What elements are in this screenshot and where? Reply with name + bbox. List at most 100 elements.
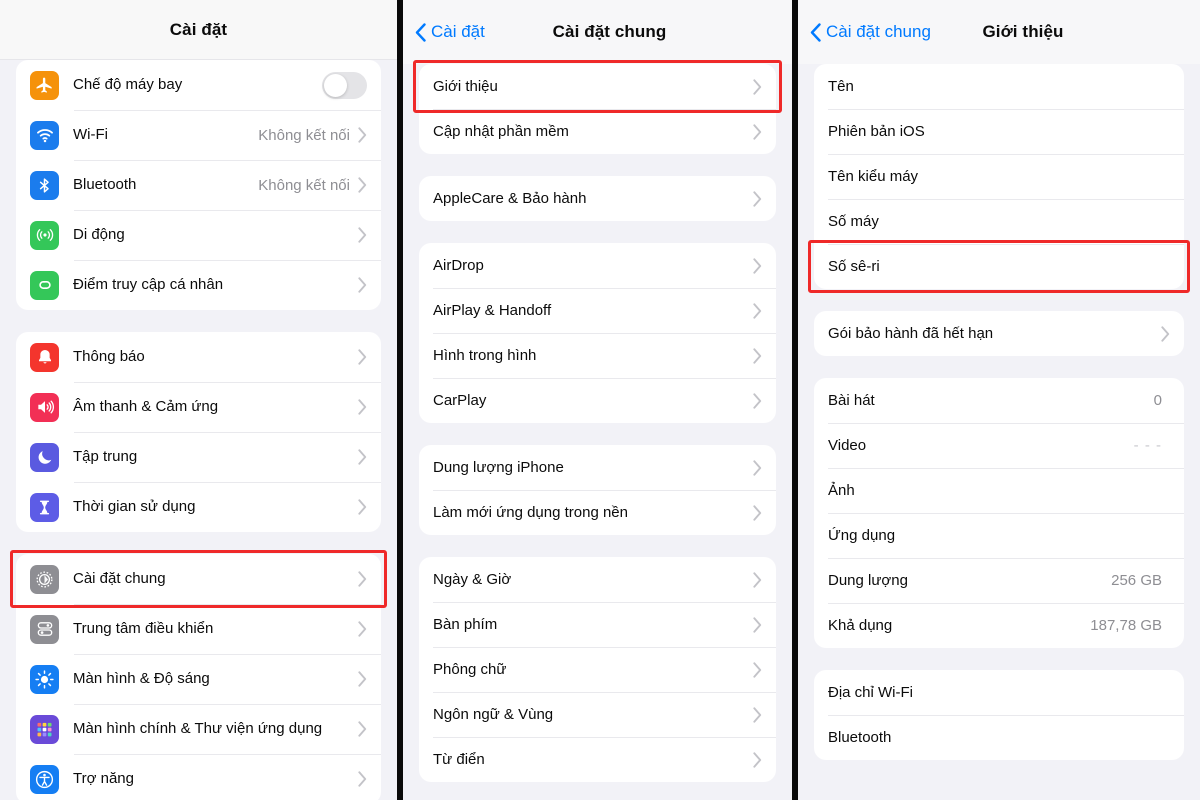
- list-item[interactable]: Màn hình & Độ sáng: [16, 654, 381, 704]
- list-item[interactable]: Hình trong hình: [419, 333, 776, 378]
- list-item[interactable]: Trung tâm điều khiển: [16, 604, 381, 654]
- back-button-general[interactable]: Cài đặt chung: [810, 22, 931, 42]
- list-item-label: Số sê-ri: [828, 257, 880, 275]
- chevron-right-icon: [753, 257, 762, 274]
- home-screen-icon: [30, 714, 59, 744]
- list-item[interactable]: AirPlay & Handoff: [419, 288, 776, 333]
- list-item[interactable]: Tên: [814, 64, 1184, 109]
- list-item[interactable]: Chế độ máy bay: [16, 60, 381, 110]
- chevron-right-icon: [753, 751, 762, 768]
- settings-group: Ngày & Giờ Bàn phím Phông chữ Ngôn ngữ & Vù…: [419, 557, 776, 782]
- list-item-value: 256 GB: [1111, 572, 1162, 589]
- list-item[interactable]: Thông báo: [16, 332, 381, 382]
- settings-list[interactable]: Chế độ máy bay Wi-Fi Không kết nối Bluetoot…: [0, 60, 397, 800]
- sound-icon: [30, 392, 59, 422]
- list-item[interactable]: Thời gian sử dụng: [16, 482, 381, 532]
- list-item[interactable]: Phiên bản iOS: [814, 109, 1184, 154]
- list-item[interactable]: Ứng dụng: [814, 513, 1184, 558]
- airplane-mode-toggle[interactable]: [322, 71, 367, 99]
- chevron-right-icon: [753, 706, 762, 723]
- list-item-label: Tên kiểu máy: [828, 167, 919, 185]
- general-header: Cài đặt Cài đặt chung: [403, 0, 792, 64]
- list-item-label: Video: [828, 436, 867, 454]
- list-item-label: Ảnh: [828, 481, 855, 499]
- list-item[interactable]: Cài đặt chung: [16, 554, 381, 604]
- list-item[interactable]: Địa chỉ Wi-Fi: [814, 670, 1184, 715]
- settings-group: Địa chỉ Wi-Fi Bluetooth: [814, 670, 1184, 760]
- list-item[interactable]: Cập nhật phần mềm: [419, 109, 776, 154]
- settings-group: Tên Phiên bản iOS Tên kiểu máy Số máy Số sê-…: [814, 64, 1184, 289]
- panel-about: Cài đặt chung Giới thiệu Tên Phiên bản iO…: [798, 0, 1200, 800]
- list-item-label: Thời gian sử dụng: [73, 498, 196, 516]
- list-item[interactable]: Trợ năng: [16, 754, 381, 800]
- list-item[interactable]: Dung lượng iPhone: [419, 445, 776, 490]
- list-item-label: Thông báo: [73, 348, 145, 366]
- list-item-label: Hình trong hình: [433, 346, 537, 364]
- list-item[interactable]: Khả dụng 187,78 GB: [814, 603, 1184, 648]
- chevron-right-icon: [753, 302, 762, 319]
- list-item-label: Cập nhật phần mềm: [433, 122, 569, 140]
- hourglass-icon: [30, 492, 59, 522]
- control-center-icon: [30, 614, 59, 644]
- list-item[interactable]: Số sê-ri: [814, 244, 1184, 289]
- chevron-right-icon: [358, 721, 367, 737]
- list-item-label: AppleCare & Bảo hành: [433, 189, 587, 207]
- chevron-right-icon: [358, 671, 367, 687]
- list-item[interactable]: Wi-Fi Không kết nối: [16, 110, 381, 160]
- list-item[interactable]: Giới thiệu: [419, 64, 776, 109]
- accessibility-icon: [30, 764, 59, 794]
- list-item[interactable]: Màn hình chính & Thư viện ứng dụng: [16, 704, 381, 754]
- list-item-label: CarPlay: [433, 391, 487, 409]
- list-item-label: Bài hát: [828, 391, 875, 409]
- list-item-label: Phiên bản iOS: [828, 122, 925, 140]
- list-item[interactable]: Bluetooth Không kết nối: [16, 160, 381, 210]
- list-item[interactable]: Bàn phím: [419, 602, 776, 647]
- list-item-value: 187,78 GB: [1090, 617, 1162, 634]
- list-item-label: Màn hình chính & Thư viện ứng dụng: [73, 720, 323, 738]
- list-item[interactable]: AirDrop: [419, 243, 776, 288]
- general-list[interactable]: Giới thiệu Cập nhật phần mềm AppleCare & B…: [403, 64, 792, 800]
- list-item-label: Phông chữ: [433, 660, 507, 678]
- list-item[interactable]: Phông chữ: [419, 647, 776, 692]
- list-item[interactable]: Làm mới ứng dụng trong nền: [419, 490, 776, 535]
- list-item[interactable]: Video - - -: [814, 423, 1184, 468]
- list-item[interactable]: Bài hát 0: [814, 378, 1184, 423]
- chevron-right-icon: [753, 504, 762, 521]
- bluetooth-icon: [30, 170, 59, 200]
- back-button-settings[interactable]: Cài đặt: [415, 22, 485, 42]
- list-item[interactable]: Ngày & Giờ: [419, 557, 776, 602]
- list-item[interactable]: Bluetooth: [814, 715, 1184, 760]
- wifi-icon: [30, 120, 59, 150]
- list-item-label: Di động: [73, 226, 125, 244]
- list-item-label: Trung tâm điều khiển: [73, 620, 214, 638]
- list-item[interactable]: Số máy: [814, 199, 1184, 244]
- list-item-label: Khả dụng: [828, 616, 893, 634]
- about-header: Cài đặt chung Giới thiệu: [798, 0, 1200, 64]
- hotspot-icon: [30, 270, 59, 300]
- list-item[interactable]: Dung lượng 256 GB: [814, 558, 1184, 603]
- settings-group: AirDrop AirPlay & Handoff Hình trong hình C…: [419, 243, 776, 423]
- list-item-label: Ngày & Giờ: [433, 570, 512, 588]
- list-item-label: Giới thiệu: [433, 77, 498, 95]
- about-list[interactable]: Tên Phiên bản iOS Tên kiểu máy Số máy Số sê-…: [798, 64, 1200, 800]
- list-item[interactable]: Từ điển: [419, 737, 776, 782]
- cellular-icon: [30, 220, 59, 250]
- list-item[interactable]: Gói bảo hành đã hết hạn: [814, 311, 1184, 356]
- list-item[interactable]: Ảnh: [814, 468, 1184, 513]
- settings-group: Cài đặt chung Trung tâm điều khiển Màn hìn…: [16, 554, 381, 800]
- chevron-right-icon: [358, 449, 367, 465]
- list-item[interactable]: Ngôn ngữ & Vùng: [419, 692, 776, 737]
- chevron-right-icon: [358, 227, 367, 243]
- chevron-right-icon: [753, 190, 762, 207]
- chevron-right-icon: [358, 127, 367, 143]
- list-item-label: Số máy: [828, 212, 879, 230]
- list-item[interactable]: Di động: [16, 210, 381, 260]
- list-item[interactable]: Tên kiểu máy: [814, 154, 1184, 199]
- list-item[interactable]: Điểm truy cập cá nhân: [16, 260, 381, 310]
- list-item[interactable]: Tập trung: [16, 432, 381, 482]
- list-item[interactable]: AppleCare & Bảo hành: [419, 176, 776, 221]
- list-item[interactable]: Âm thanh & Cảm ứng: [16, 382, 381, 432]
- back-button-label: Cài đặt: [431, 22, 485, 41]
- list-item[interactable]: CarPlay: [419, 378, 776, 423]
- chevron-left-icon: [415, 22, 426, 42]
